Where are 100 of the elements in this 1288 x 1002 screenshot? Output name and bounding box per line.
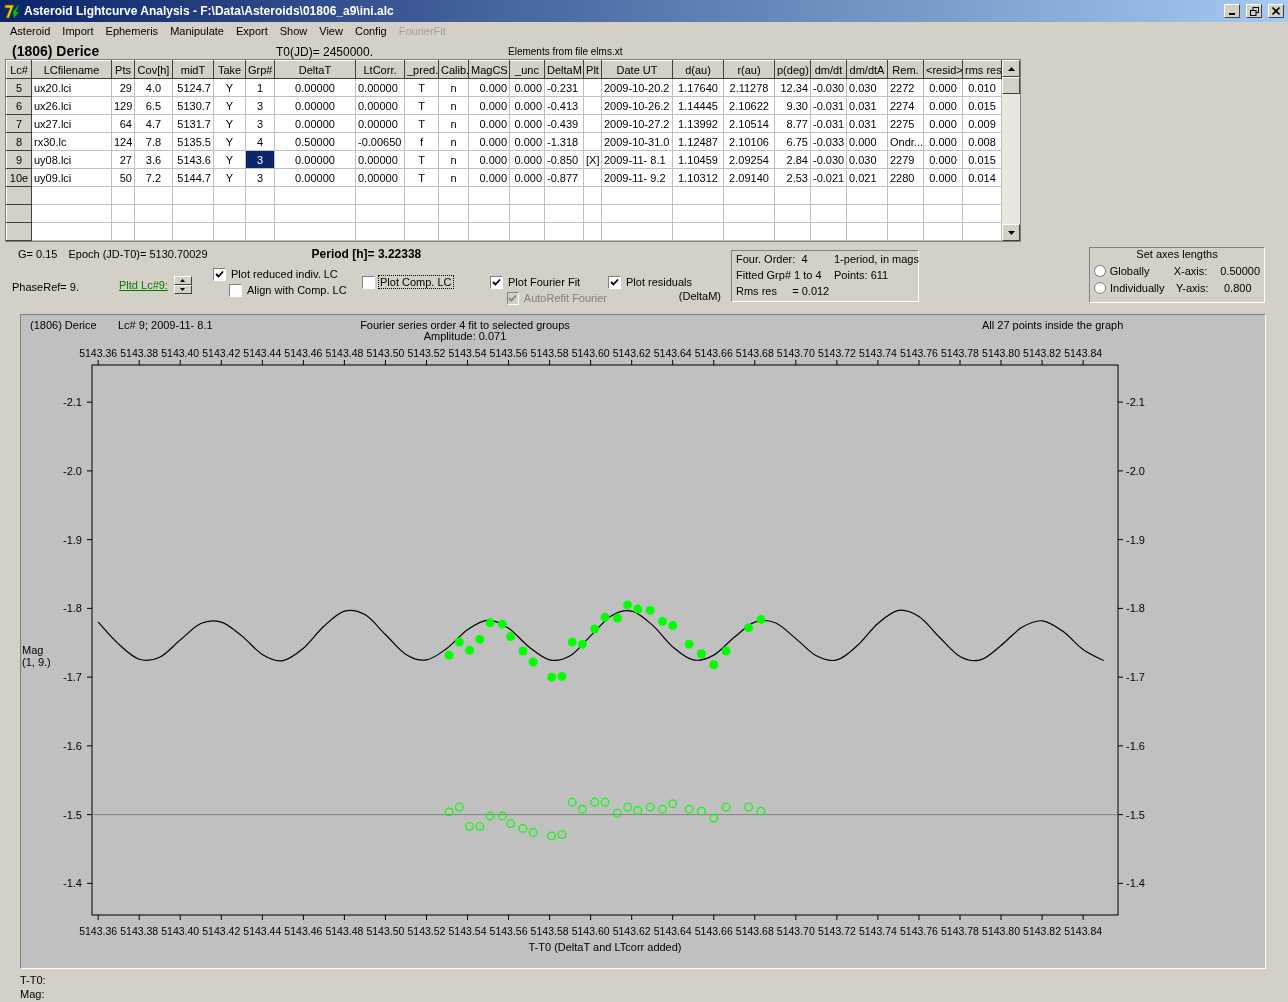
checkbox-label[interactable]: Plot Comp. LC <box>379 276 453 288</box>
tick-label: 5143.76 <box>899 925 938 937</box>
menu-item[interactable]: Ephemeris <box>99 25 165 37</box>
column-header[interactable]: Calib. <box>438 60 469 79</box>
checkbox[interactable] <box>213 267 226 281</box>
column-header[interactable]: _unc <box>509 60 545 79</box>
tick-label: 5143.40 <box>161 347 200 359</box>
radio-button[interactable] <box>1094 264 1106 277</box>
residual-point <box>475 821 485 831</box>
spin-down-button[interactable] <box>173 285 192 294</box>
data-point <box>612 613 622 623</box>
residual-point <box>518 824 528 833</box>
minimize-button[interactable] <box>1224 4 1240 18</box>
menu-item[interactable]: View <box>313 25 349 37</box>
checkbox-label[interactable]: Plot residuals <box>625 276 694 288</box>
column-header[interactable]: DeltaM <box>544 60 584 79</box>
readout-label: T-T0: <box>20 973 47 987</box>
checkbox[interactable] <box>490 275 503 289</box>
amplitude-value: Amplitude: 0.071 <box>423 331 507 342</box>
menu-item[interactable]: Config <box>348 25 393 37</box>
plotted-lc-link[interactable]: Pltd Lc#9: <box>119 279 168 291</box>
tick-label: 5143.74 <box>858 925 897 937</box>
menu-item[interactable]: Import <box>56 25 100 37</box>
axis-length: 0.50000 <box>1220 264 1260 277</box>
column-header[interactable]: Grp# <box>245 60 275 79</box>
axis-title: T-T0 (DeltaT and LTcorr added) <box>528 941 682 953</box>
tick-label: 5143.72 <box>817 347 856 359</box>
tick-label: 5143.62 <box>612 347 651 359</box>
menu-item[interactable]: Manipulate <box>164 25 230 37</box>
tick-label: 5143.54 <box>448 925 487 937</box>
residual-point <box>612 808 622 818</box>
tick-label: 5143.78 <box>941 925 979 937</box>
scrollbar[interactable] <box>1002 60 1020 241</box>
column-header[interactable]: <resid> <box>923 60 963 79</box>
column-header[interactable]: MagCS <box>468 60 510 79</box>
column-header[interactable]: Date UT <box>601 60 673 79</box>
radio-button[interactable] <box>1094 281 1106 294</box>
checkbox[interactable] <box>229 283 242 297</box>
tick-label: 5143.46 <box>284 347 323 359</box>
column-header[interactable]: LCfilename <box>31 60 112 79</box>
tick-label: 5143.62 <box>612 925 651 937</box>
column-header[interactable]: midT <box>172 60 214 79</box>
column-header[interactable]: _pred. <box>404 60 439 79</box>
tick-label: 5143.42 <box>202 347 241 359</box>
axis-length: 0.800 <box>1224 281 1252 294</box>
column-header[interactable]: p(deg) <box>774 60 811 79</box>
tick-label: 5143.38 <box>120 925 159 937</box>
menu-item[interactable]: Show <box>273 25 314 37</box>
column-header[interactable]: LtCorr. <box>355 60 405 79</box>
radio-label[interactable]: Globally <box>1109 264 1170 277</box>
menu-item[interactable]: Asteroid <box>4 25 57 37</box>
column-header[interactable]: dm/dtA <box>846 60 888 79</box>
tick-label: 5143.58 <box>530 925 569 937</box>
checkbox-label[interactable]: Plot Fourier Fit <box>507 276 582 288</box>
tick-label: 5143.74 <box>858 347 897 359</box>
residual-point <box>444 807 454 817</box>
tick-label: -2.1 <box>1126 396 1145 409</box>
checkbox-label[interactable]: Align with Comp. LC <box>246 284 348 296</box>
column-header[interactable]: Lc# <box>6 60 32 79</box>
residual-point <box>721 802 731 812</box>
data-point <box>645 605 655 615</box>
column-header[interactable]: d(au) <box>672 60 724 79</box>
checkbox-label[interactable]: Plot reduced indiv. LC <box>230 268 339 280</box>
tick-label: 5143.78 <box>941 347 979 359</box>
tick-label: -1.8 <box>1126 602 1145 615</box>
scroll-up-button[interactable] <box>1002 60 1020 77</box>
column-header[interactable]: Rem. <box>887 60 924 79</box>
menu-item[interactable]: Export <box>229 25 274 37</box>
window-title: Asteroid Lightcurve Analysis - F:\Data\Asteroids\01806_a9\ini.alc <box>24 4 395 18</box>
residual-point <box>465 821 474 831</box>
scroll-down-button[interactable] <box>1002 224 1020 241</box>
column-header[interactable]: rms res <box>962 60 1002 79</box>
residual-point <box>567 797 577 807</box>
column-header[interactable]: Take <box>213 60 246 79</box>
spin-up-button[interactable] <box>173 276 192 285</box>
column-header[interactable]: Cov[h] <box>134 60 173 79</box>
tick-label: 5143.52 <box>407 347 446 359</box>
checkbox[interactable] <box>362 275 375 289</box>
column-header[interactable]: DeltaT <box>274 60 356 79</box>
data-point <box>721 646 731 656</box>
column-header[interactable]: dm/dt <box>810 60 847 79</box>
tick-label: 5143.36 <box>79 347 118 359</box>
close-button[interactable] <box>1268 4 1284 18</box>
tick-label: 5143.50 <box>366 347 405 359</box>
column-header[interactable]: Pts <box>111 60 135 79</box>
column-header[interactable]: r(au) <box>723 60 775 79</box>
data-point <box>577 639 587 649</box>
restore-button[interactable] <box>1246 4 1262 18</box>
phase-ref: PhaseRef= 9. <box>12 281 80 293</box>
data-point <box>567 637 577 647</box>
scroll-thumb[interactable] <box>1002 77 1020 94</box>
checkbox[interactable] <box>608 275 621 289</box>
data-point <box>623 600 633 610</box>
residual-point <box>557 830 567 839</box>
axis-label: X-axis: <box>1173 264 1209 277</box>
data-point <box>709 660 719 670</box>
tick-label: 5143.40 <box>161 925 200 937</box>
radio-label[interactable]: Individually <box>1110 281 1172 294</box>
residual-point <box>623 802 632 812</box>
data-point <box>557 671 567 681</box>
